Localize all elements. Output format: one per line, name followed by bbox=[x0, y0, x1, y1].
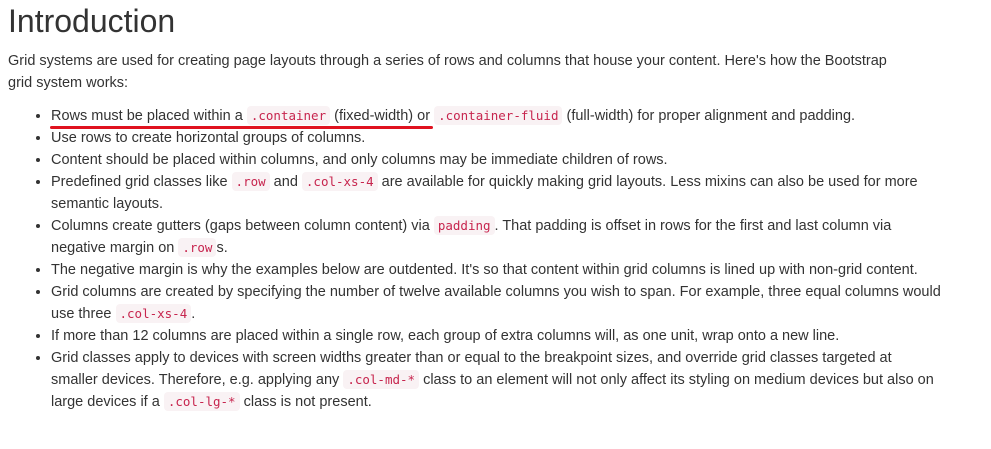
inline-code: padding bbox=[433, 216, 495, 235]
inline-code: .row bbox=[231, 172, 270, 191]
inline-code: .container bbox=[246, 106, 331, 125]
list-item: Content should be placed within columns,… bbox=[51, 149, 941, 171]
intro-paragraph: Grid systems are used for creating page … bbox=[8, 53, 887, 91]
list-item: Rows must be placed within a .container … bbox=[51, 105, 941, 127]
inline-code: .col-xs-4 bbox=[115, 304, 192, 323]
grid-rules-list: Rows must be placed within a .container … bbox=[8, 105, 941, 413]
list-item: Grid classes apply to devices with scree… bbox=[51, 347, 941, 413]
document-page: Introduction Grid systems are used for c… bbox=[0, 2, 991, 413]
page-title: Introduction bbox=[8, 3, 176, 39]
inline-code: .row bbox=[178, 238, 217, 257]
list-item: Columns create gutters (gaps between col… bbox=[51, 215, 941, 259]
inline-code: .col-xs-4 bbox=[301, 172, 378, 191]
list-item: If more than 12 columns are placed withi… bbox=[51, 325, 941, 347]
inline-code: .col-md-* bbox=[343, 370, 420, 389]
list-item: The negative margin is why the examples … bbox=[51, 259, 941, 281]
inline-code: .container-fluid bbox=[434, 106, 563, 125]
list-item: Grid columns are created by specifying t… bbox=[51, 281, 941, 325]
list-item: Use rows to create horizontal groups of … bbox=[51, 127, 941, 149]
inline-code: .col-lg-* bbox=[163, 392, 240, 411]
list-item: Predefined grid classes like .row and .c… bbox=[51, 171, 941, 215]
red-underline-annotation bbox=[50, 126, 433, 129]
